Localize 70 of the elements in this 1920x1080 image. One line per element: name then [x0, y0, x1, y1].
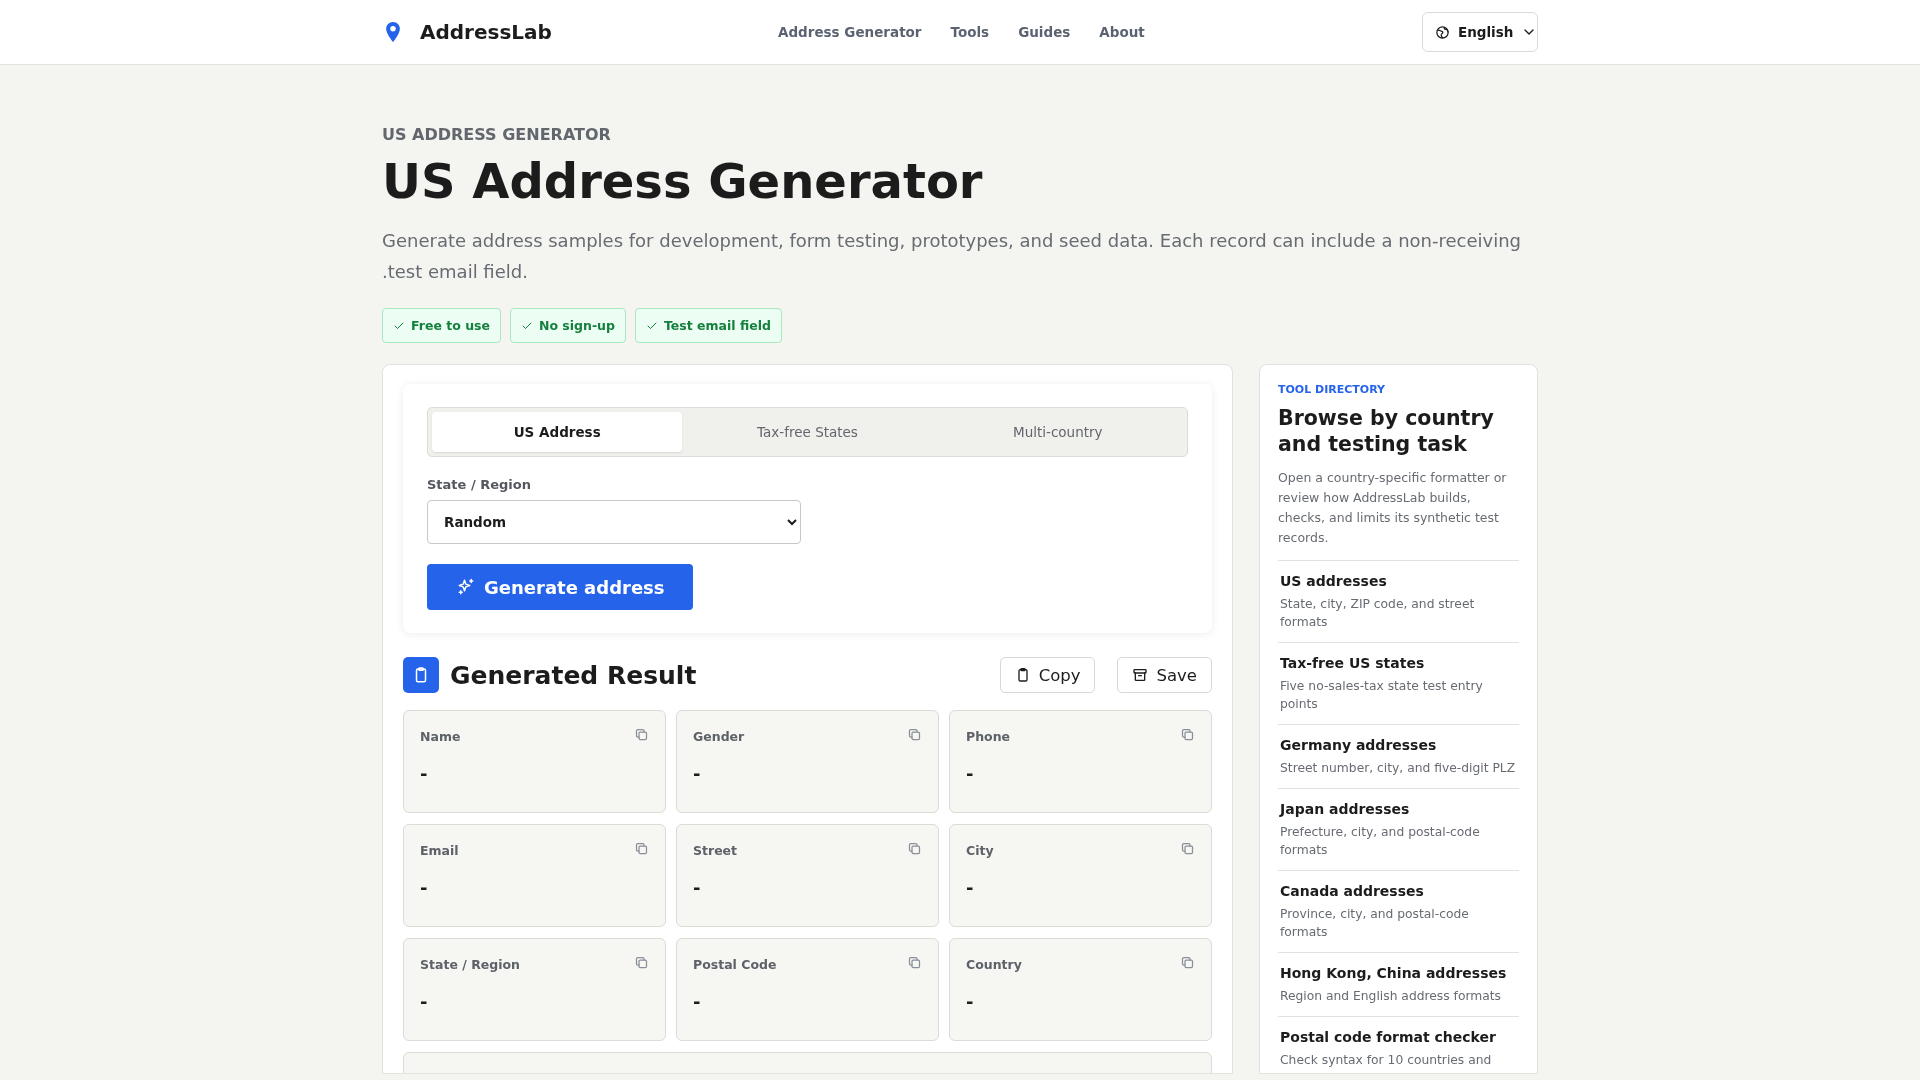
field-value: - [693, 877, 701, 899]
directory-link[interactable]: Tax-free US states Five no-sales-tax state test entry points [1278, 642, 1519, 725]
tab[interactable]: Tax-free States [682, 412, 933, 453]
section-eyebrow: TOOL DIRECTORY [1278, 383, 1386, 397]
copy-field-button[interactable] [1180, 955, 1195, 971]
nav-link[interactable]: About [1099, 24, 1145, 40]
field-label: State / Region [427, 477, 532, 493]
directory-description: Open a country-specific formatter or review how AddressLab builds, checks, and limits its synthetic test records. [1278, 469, 1508, 548]
nav-link[interactable]: Address Generator [778, 24, 922, 40]
field-label: Postal Code [693, 957, 777, 973]
page-title: US Address Generator [382, 154, 984, 210]
directory-link[interactable]: Postal code format checker Check syntax for 10 countries and [1278, 1016, 1519, 1074]
field-value: - [420, 763, 428, 785]
feature-badge: No sign-up [509, 308, 626, 344]
copy-field-button[interactable] [634, 841, 649, 857]
field-label: Country [966, 957, 1022, 973]
field-value: - [693, 991, 701, 1013]
copy-field-button[interactable] [1180, 841, 1195, 857]
field-value: - [966, 877, 974, 899]
field-label: City [966, 843, 994, 859]
copy-icon [907, 955, 922, 971]
field-label: Gender [693, 729, 745, 745]
copy-icon [1180, 841, 1195, 857]
feature-badge: Test email field [634, 308, 782, 344]
copy-icon [634, 841, 649, 857]
copy-field-button[interactable] [1180, 727, 1195, 743]
field-label: Name [420, 729, 461, 745]
directory-title: Browse by country and testing task [1278, 405, 1495, 458]
tab[interactable]: US Address [432, 412, 683, 453]
nav-link[interactable]: Tools [950, 24, 990, 40]
nav-link[interactable]: Guides [1018, 24, 1071, 40]
copy-field-button[interactable] [634, 727, 649, 743]
directory-link[interactable]: Canada addresses Province, city, and postal-code formats [1278, 870, 1519, 953]
copy-icon [907, 841, 922, 857]
copy-field-button[interactable] [907, 841, 922, 857]
copy-button[interactable]: Copy [999, 657, 1096, 694]
eyebrow-label: US ADDRESS GENERATOR [382, 125, 612, 144]
field-value: - [693, 763, 701, 785]
field-label: State / Region [420, 957, 520, 973]
directory-link[interactable]: Hong Kong, China addresses Region and English address formats [1278, 952, 1519, 1017]
directory-link[interactable]: US addresses State, city, ZIP code, and street formats [1278, 560, 1519, 643]
directory-link[interactable]: Germany addresses Street number, city, and five-digit PLZ [1278, 724, 1519, 789]
globe-icon [1435, 24, 1450, 40]
result-title: Generated Result [450, 660, 698, 690]
copy-icon [634, 955, 649, 971]
field-value: - [420, 877, 428, 899]
feature-badge: Free to use [382, 308, 501, 344]
field-label: Phone [966, 729, 1011, 745]
brand-name[interactable]: AddressLab [420, 20, 552, 44]
field-label: Email [420, 843, 459, 859]
field-value: - [420, 991, 428, 1013]
copy-icon [1180, 955, 1195, 971]
tab[interactable]: Multi-country [932, 412, 1183, 453]
field-value: - [966, 763, 974, 785]
copy-icon [1180, 727, 1195, 743]
copy-field-button[interactable] [907, 955, 922, 971]
copy-icon [907, 727, 922, 743]
state-select[interactable]: Random [427, 500, 801, 545]
field-value: - [966, 991, 974, 1013]
save-button[interactable]: Save [1117, 657, 1212, 694]
copy-field-button[interactable] [907, 727, 922, 743]
generate-button[interactable]: Generate address [427, 564, 693, 611]
directory-link[interactable]: Japan addresses Prefecture, city, and postal-code formats [1278, 788, 1519, 871]
archive-box-icon [1132, 667, 1149, 684]
language-selector[interactable]: English [1422, 12, 1538, 52]
field-label: Street [693, 843, 738, 859]
page-description: Generate address samples for development, form testing, prototypes, and seed data. Each record can include a non-receiving .test email field. [382, 229, 1522, 285]
copy-icon [634, 727, 649, 743]
sparkle-icon [457, 578, 475, 597]
copy-field-button[interactable] [634, 955, 649, 971]
